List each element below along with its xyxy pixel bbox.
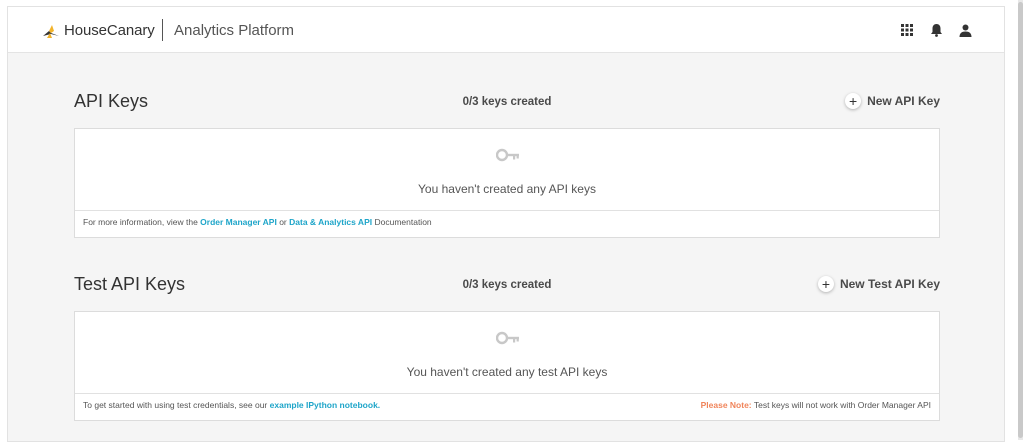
user-icon[interactable] <box>956 21 974 39</box>
ipython-notebook-link[interactable]: example IPython notebook. <box>270 400 381 410</box>
test-api-keys-count: 0/3 keys created <box>462 279 552 291</box>
key-icon <box>496 331 519 345</box>
header-divider <box>162 19 163 41</box>
new-test-api-key-label: New Test API Key <box>839 277 940 291</box>
plus-icon: + <box>845 93 862 109</box>
brand-logo[interactable]: HouseCanary <box>42 22 155 39</box>
top-header: HouseCanary Analytics Platform <box>8 7 1004 53</box>
api-keys-empty-message: You haven't created any API keys <box>418 182 596 196</box>
new-test-api-key-button[interactable]: + New Test API Key <box>817 276 940 292</box>
api-keys-empty-state: You haven't created any API keys <box>75 129 939 211</box>
key-icon <box>496 148 519 162</box>
order-manager-api-link[interactable]: Order Manager API <box>200 217 277 227</box>
footer-text: For more information, view the <box>83 217 201 227</box>
apps-grid-icon[interactable] <box>898 21 916 39</box>
note-text: Test keys will not work with Order Manag… <box>751 400 931 410</box>
api-keys-count: 0/3 keys created <box>462 96 552 108</box>
test-keys-note: Please Note: Test keys will not work wit… <box>701 400 931 410</box>
footer-text: or <box>276 217 290 227</box>
test-api-keys-card: You haven't created any test API keys To… <box>74 311 940 421</box>
new-api-key-label: New API Key <box>867 94 940 108</box>
scrollbar-thumb[interactable] <box>1018 2 1023 438</box>
app-window: HouseCanary Analytics Platform API Keys … <box>7 6 1005 442</box>
data-analytics-api-link[interactable]: Data & Analytics API <box>289 217 372 227</box>
new-api-key-button[interactable]: + New API Key <box>845 93 940 109</box>
api-keys-footer: For more information, view the Order Man… <box>83 217 432 227</box>
test-api-keys-empty-state: You haven't created any test API keys <box>75 312 939 394</box>
bell-icon[interactable] <box>927 21 945 39</box>
header-actions <box>887 21 974 39</box>
plus-icon: + <box>817 276 834 292</box>
note-label: Please Note: <box>700 400 752 410</box>
test-api-keys-empty-message: You haven't created any test API keys <box>406 365 608 379</box>
housecanary-logo-icon <box>43 24 59 38</box>
product-name: Analytics Platform <box>174 22 295 39</box>
test-api-keys-footer: To get started with using test credentia… <box>83 400 380 410</box>
api-keys-card: You haven't created any API keys For mor… <box>74 128 940 238</box>
page-scrollbar[interactable] <box>1018 0 1023 440</box>
footer-text: Documentation <box>372 217 432 227</box>
footer-text: To get started with using test credentia… <box>83 400 270 410</box>
brand-name: HouseCanary <box>64 22 155 39</box>
